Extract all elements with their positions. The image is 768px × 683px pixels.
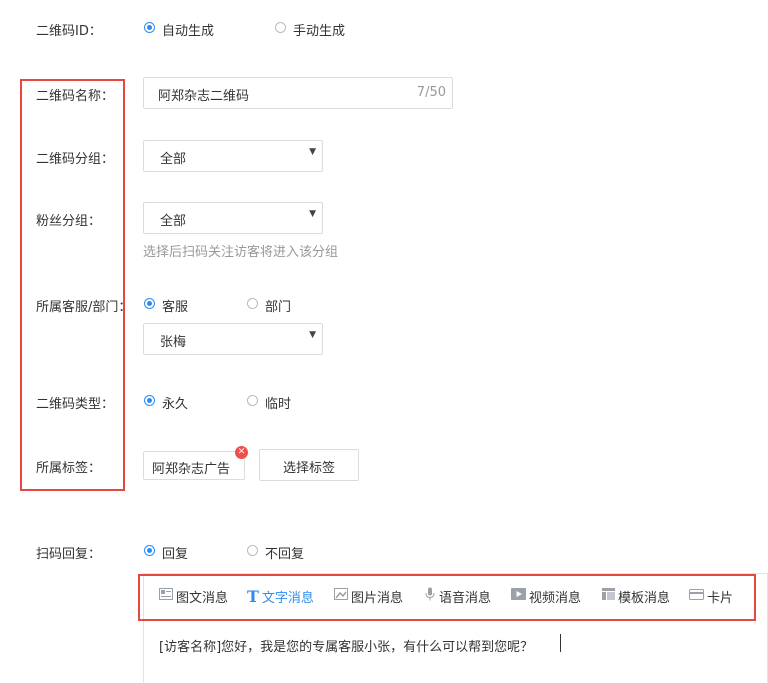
qr-name-counter: 7/50	[416, 85, 446, 100]
toolbar-news-label: 图文消息	[176, 590, 229, 606]
temporary-radio[interactable]	[247, 395, 258, 406]
chevron-down-icon: ▼	[309, 330, 316, 340]
chevron-down-icon: ▼	[309, 147, 316, 157]
template-icon	[602, 588, 615, 604]
department-option-label: 部门	[265, 300, 292, 315]
toolbar-video-button[interactable]: 视频消息	[511, 586, 581, 606]
text-icon: T	[247, 586, 259, 606]
message-text[interactable]: [访客名称]您好，我是您的专属客服小张，有什么可以帮到您呢？	[159, 636, 533, 655]
tag-chip: 阿郑杂志广告	[143, 451, 245, 480]
qr-group-label: 二维码分组：	[36, 152, 115, 167]
service-label: 所属客服/部门：	[36, 300, 132, 315]
toolbar-image-button[interactable]: 图片消息	[334, 586, 403, 606]
image-icon	[334, 588, 348, 604]
permanent-label: 永久	[162, 397, 189, 412]
toolbar-image-label: 图片消息	[351, 590, 404, 606]
tag-label: 所属标签：	[36, 461, 102, 476]
chevron-down-icon: ▼	[309, 209, 316, 219]
toolbar-template-label: 模板消息	[618, 590, 671, 606]
auto-generate-label: 自动生成	[162, 24, 215, 39]
no-reply-option-label: 不回复	[265, 547, 305, 562]
news-icon	[159, 588, 173, 604]
service-value: 张梅	[160, 335, 187, 350]
toolbar-text-label: 文字消息	[261, 590, 314, 606]
microphone-icon	[424, 587, 436, 605]
manual-generate-label: 手动生成	[293, 24, 346, 39]
qr-group-select[interactable]: 全部 ▼	[143, 140, 323, 172]
labels-highlight-box	[20, 79, 125, 491]
tag-chip-text: 阿郑杂志广告	[152, 462, 231, 477]
service-select[interactable]: 张梅 ▼	[143, 323, 323, 355]
no-reply-radio[interactable]	[247, 545, 258, 556]
toolbar-voice-button[interactable]: 语音消息	[424, 586, 491, 606]
permanent-radio[interactable]	[144, 395, 155, 406]
reply-label: 扫码回复：	[36, 547, 102, 562]
toolbar-news-button[interactable]: 图文消息	[159, 586, 228, 606]
auto-generate-radio[interactable]	[144, 22, 155, 33]
manual-generate-radio[interactable]	[275, 22, 286, 33]
toolbar-template-button[interactable]: 模板消息	[602, 586, 670, 606]
qr-group-value: 全部	[160, 152, 187, 167]
reply-radio[interactable]	[144, 545, 155, 556]
select-tag-button-label: 选择标签	[282, 461, 335, 476]
qr-name-value: 阿郑杂志二维码	[158, 89, 250, 104]
select-tag-button[interactable]: 选择标签	[259, 449, 359, 481]
qr-name-label: 二维码名称：	[36, 89, 115, 104]
fan-group-label: 粉丝分组：	[36, 214, 102, 229]
reply-option-label: 回复	[162, 547, 189, 562]
toolbar-text-button[interactable]: T 文字消息	[247, 586, 314, 606]
qr-name-input[interactable]: 阿郑杂志二维码 7/50	[143, 77, 453, 109]
tag-remove-icon[interactable]: ✕	[235, 446, 248, 459]
fan-group-value: 全部	[160, 214, 187, 229]
department-radio[interactable]	[247, 298, 258, 309]
card-icon	[689, 588, 704, 604]
toolbar-card-label: 卡片	[707, 590, 734, 606]
fan-group-hint: 选择后扫码关注访客将进入该分组	[143, 245, 339, 260]
qr-type-label: 二维码类型：	[36, 397, 115, 412]
toolbar-voice-label: 语音消息	[439, 590, 492, 606]
qr-id-label: 二维码ID：	[36, 24, 102, 39]
fan-group-select[interactable]: 全部 ▼	[143, 202, 323, 234]
temporary-label: 临时	[265, 397, 292, 412]
service-radio[interactable]	[144, 298, 155, 309]
text-cursor	[560, 634, 561, 652]
service-option-label: 客服	[162, 300, 189, 315]
toolbar-card-button[interactable]: 卡片	[689, 586, 733, 606]
video-icon	[511, 588, 526, 604]
toolbar-video-label: 视频消息	[529, 590, 582, 606]
